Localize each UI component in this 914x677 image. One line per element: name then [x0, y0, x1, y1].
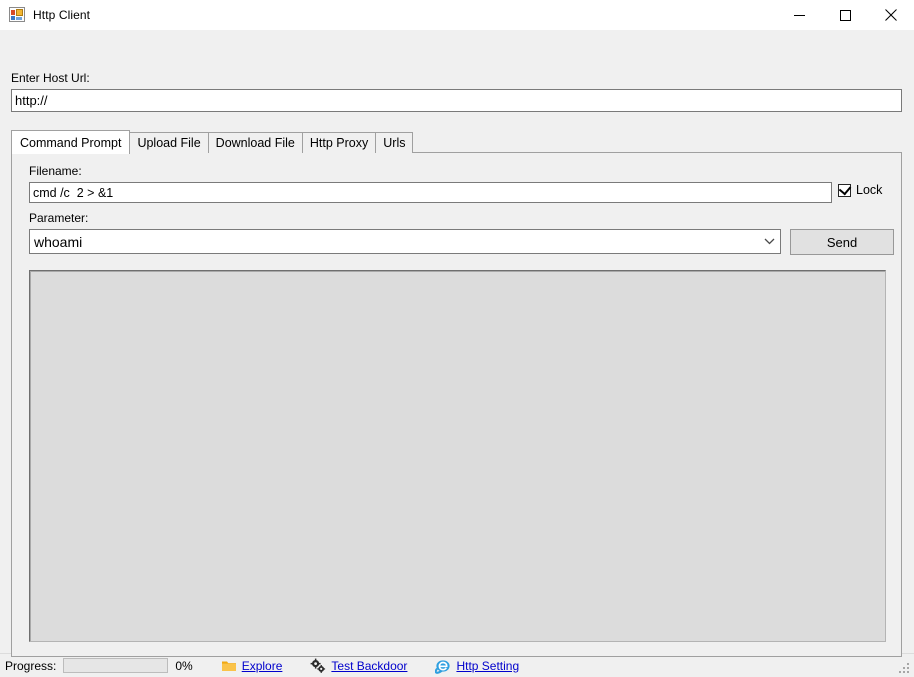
lock-checkbox[interactable] [838, 182, 852, 197]
tab-http-proxy[interactable]: Http Proxy [301, 132, 377, 153]
output-textarea[interactable] [29, 270, 886, 642]
check-icon [838, 182, 852, 195]
maximize-button[interactable] [822, 0, 868, 30]
tab-urls[interactable]: Urls [375, 132, 414, 153]
explore-link-item[interactable]: Explore [221, 658, 283, 674]
lock-checkbox-group[interactable]: Lock [838, 182, 883, 197]
parameter-combobox[interactable]: whoami [29, 229, 781, 254]
progress-label: Progress: [5, 658, 57, 673]
gears-icon [310, 658, 326, 673]
send-button[interactable]: Send [790, 229, 894, 255]
test-backdoor-link-item[interactable]: Test Backdoor [310, 658, 407, 674]
filename-input[interactable] [29, 182, 832, 203]
folder-icon [221, 661, 236, 671]
tab-control: Command Prompt Upload File Download File… [11, 130, 902, 657]
tab-page-command-prompt: Filename: Lock Parameter: whoami Send [11, 152, 902, 657]
client-area: Enter Host Url: Command Prompt Upload Fi… [0, 30, 914, 657]
host-url-label: Enter Host Url: [11, 71, 90, 85]
test-backdoor-link[interactable]: Test Backdoor [331, 659, 407, 673]
host-url-input[interactable] [11, 89, 902, 112]
internet-explorer-icon [435, 659, 451, 674]
titlebar: Http Client [0, 0, 914, 30]
lock-label: Lock [856, 183, 883, 197]
filename-label: Filename: [29, 164, 82, 178]
explore-link[interactable]: Explore [242, 659, 283, 673]
http-setting-link-item[interactable]: Http Setting [435, 658, 519, 674]
window-title: Http Client [33, 8, 91, 22]
progress-bar [63, 658, 169, 673]
parameter-value: whoami [34, 233, 83, 250]
http-setting-link[interactable]: Http Setting [456, 659, 519, 673]
parameter-label: Parameter: [29, 211, 89, 225]
form-window-icon [9, 7, 25, 23]
progress-percent: 0% [175, 658, 193, 673]
window-controls [776, 0, 914, 30]
http-client-window: Http Client Enter Host Url: Command Prom… [0, 0, 914, 677]
tab-download-file[interactable]: Download File [207, 132, 303, 153]
tab-strip: Command Prompt Upload File Download File… [11, 130, 902, 154]
minimize-button[interactable] [776, 0, 822, 30]
tab-command-prompt[interactable]: Command Prompt [11, 130, 131, 154]
tab-upload-file[interactable]: Upload File [129, 132, 209, 153]
close-button[interactable] [868, 0, 914, 30]
chevron-down-icon[interactable] [758, 230, 780, 253]
resize-grip[interactable] [897, 660, 911, 674]
